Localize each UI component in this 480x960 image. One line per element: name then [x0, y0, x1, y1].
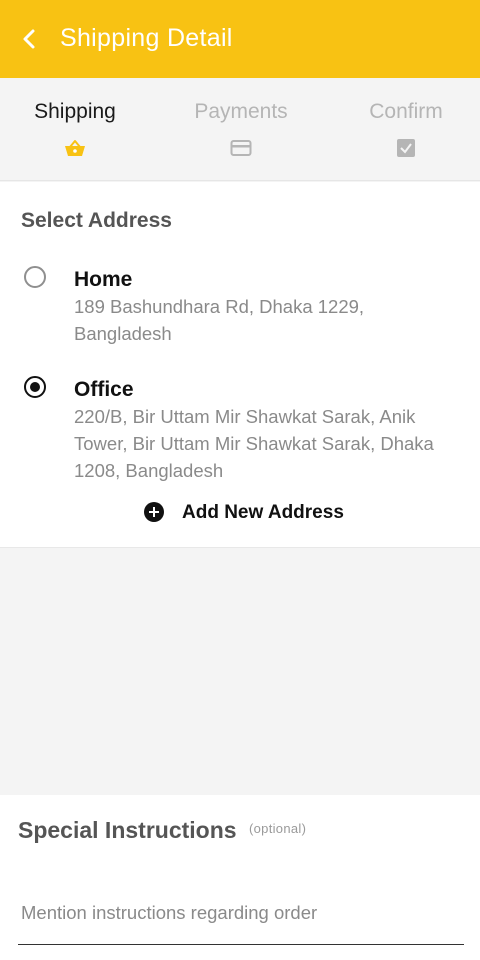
step-confirm[interactable]: Confirm [326, 78, 480, 181]
app-bar: Shipping Detail [0, 0, 480, 78]
address-option-home[interactable]: Home 189 Bashundhara Rd, Dhaka 1229, Ban… [0, 262, 480, 344]
add-address-label: Add New Address [182, 502, 344, 523]
address-line: 189 Bashundhara Rd, Dhaka 1229, Banglade… [74, 296, 365, 344]
address-name: Office [74, 378, 134, 401]
step-shipping[interactable]: Shipping [0, 78, 155, 181]
step-label: Payments [194, 100, 288, 123]
basket-icon [65, 140, 85, 156]
radio-button-selected[interactable] [24, 376, 46, 398]
section-heading: Select Address [21, 209, 172, 232]
step-payments[interactable]: Payments [161, 78, 321, 181]
checkbox-icon [397, 139, 415, 157]
credit-card-icon [230, 140, 252, 156]
instructions-input[interactable] [18, 875, 464, 945]
special-instructions-section: Special Instructions (optional) [0, 795, 480, 960]
address-name: Home [74, 268, 133, 291]
radio-button[interactable] [24, 266, 46, 288]
step-label: Shipping [34, 100, 116, 123]
checkout-steps: Shipping Payments Confirm [0, 78, 480, 181]
step-label: Confirm [369, 100, 443, 123]
address-line: 220/B, Bir Uttam Mir Shawkat Sarak, Anik… [74, 406, 434, 481]
address-card: Select Address Home 189 Bashundhara Rd, … [0, 182, 480, 548]
plus-circle-icon [144, 502, 164, 522]
page-title: Shipping Detail [60, 24, 233, 52]
instructions-title: Special Instructions [18, 817, 237, 843]
add-new-address-button[interactable]: Add New Address [144, 500, 354, 528]
optional-label: (optional) [249, 821, 307, 836]
address-option-office[interactable]: Office 220/B, Bir Uttam Mir Shawkat Sara… [0, 372, 480, 482]
back-button[interactable] [12, 22, 46, 56]
chevron-left-icon [23, 29, 35, 49]
